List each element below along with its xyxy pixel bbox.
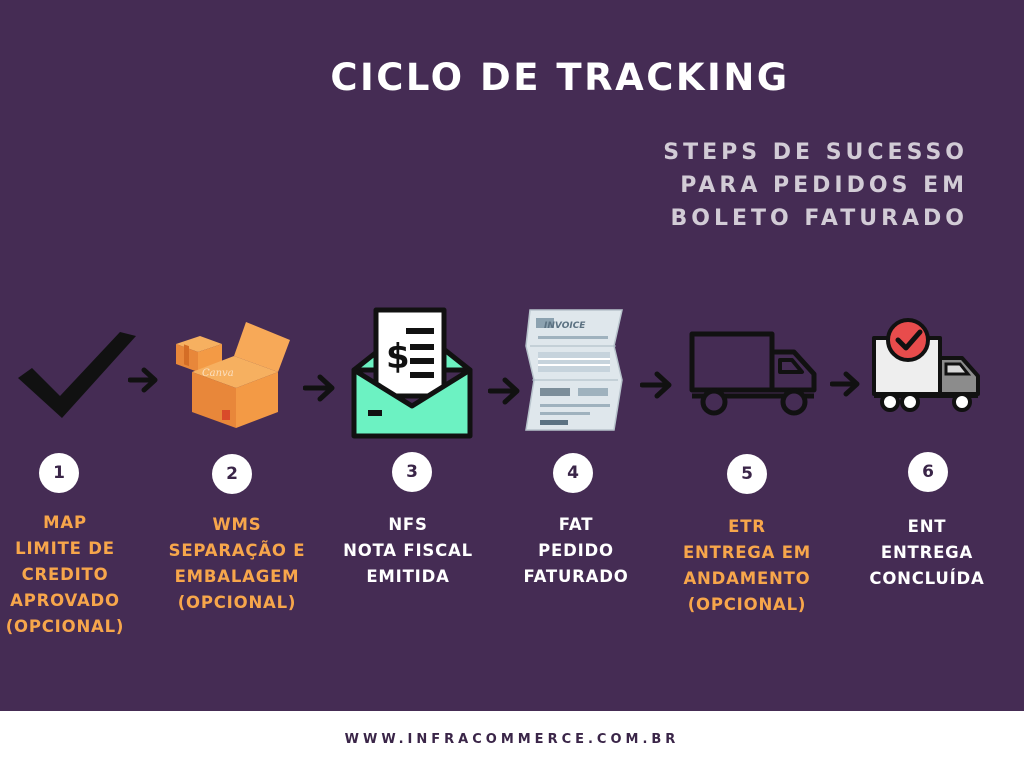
subtitle-line: BOLETO FATURADO — [670, 206, 968, 231]
arrow-icon — [128, 367, 158, 393]
step-label-line: ENTREGA EM — [682, 543, 812, 562]
subtitle: STEPS DE SUCESSO PARA PEDIDOS EM BOLETO … — [548, 136, 968, 235]
arrow-icon — [830, 371, 860, 397]
step-label-5: ETR ENTREGA EM ANDAMENTO (OPCIONAL) — [662, 514, 832, 618]
step-label-line: CREDITO — [21, 565, 109, 584]
invoice-document-icon: INVOICE — [525, 309, 623, 431]
step-label-line: APROVADO — [10, 591, 120, 610]
step-label-line: ENTREGA — [880, 543, 974, 562]
step-number-3: 3 — [392, 452, 432, 492]
svg-text:$: $ — [386, 337, 410, 377]
truck-check-icon — [872, 318, 980, 412]
step-number-1: 1 — [39, 453, 79, 493]
watermark-text: Canva — [202, 368, 234, 379]
checkmark-icon — [18, 332, 136, 418]
step-label-line: (OPCIONAL) — [687, 595, 807, 614]
step-label-4: FAT PEDIDO FATURADO — [491, 512, 661, 590]
step-number-6: 6 — [908, 452, 948, 492]
step-label-line: SEPARAÇÃO E — [168, 541, 306, 560]
arrow-icon — [640, 371, 672, 399]
step-label-line: ANDAMENTO — [683, 569, 811, 588]
step-label-line: NOTA FISCAL — [343, 541, 473, 560]
subtitle-line: STEPS DE SUCESSO — [663, 140, 968, 165]
step-label-line: WMS — [212, 515, 262, 534]
envelope-invoice-icon: $ — [351, 307, 473, 439]
footer-url: WWW.INFRACOMMERCE.COM.BR — [344, 732, 680, 747]
step-label-line: ENT — [907, 517, 947, 536]
step-label-1: MAP LIMITE DE CREDITO APROVADO (OPCIONAL… — [0, 510, 150, 640]
step-number-5: 5 — [727, 454, 767, 494]
step-label-3: NFS NOTA FISCAL EMITIDA — [323, 512, 493, 590]
step-label-line: (OPCIONAL) — [5, 617, 125, 636]
step-number-4: 4 — [553, 453, 593, 493]
step-number-2: 2 — [212, 454, 252, 494]
step-label-line: EMITIDA — [366, 567, 450, 586]
step-label-line: ETR — [728, 517, 766, 536]
step-label-line: (OPCIONAL) — [177, 593, 297, 612]
invoice-header-text: INVOICE — [544, 321, 586, 331]
step-label-line: LIMITE DE — [15, 539, 115, 558]
subtitle-line: PARA PEDIDOS EM — [680, 173, 968, 198]
arrow-icon — [303, 374, 335, 402]
step-label-line: FAT — [558, 515, 594, 534]
step-label-line: NFS — [388, 515, 428, 534]
step-label-line: MAP — [43, 513, 87, 532]
arrow-icon — [488, 377, 520, 405]
delivery-truck-icon — [689, 331, 817, 416]
page-title: CICLO DE TRACKING — [330, 56, 790, 99]
boxes-icon: Canva — [176, 322, 290, 428]
step-label-6: ENT ENTREGA CONCLUÍDA — [842, 514, 1012, 592]
step-label-line: EMBALAGEM — [174, 567, 300, 586]
step-label-2: WMS SEPARAÇÃO E EMBALAGEM (OPCIONAL) — [152, 512, 322, 616]
step-label-line: CONCLUÍDA — [869, 569, 985, 588]
step-label-line: PEDIDO — [538, 541, 614, 560]
step-label-line: FATURADO — [523, 567, 629, 586]
